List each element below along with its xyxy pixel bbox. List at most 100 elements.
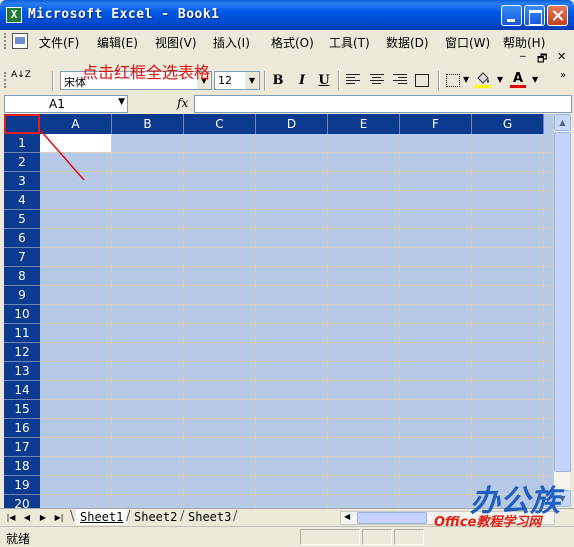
- row-header[interactable]: 4: [4, 191, 40, 210]
- row-header[interactable]: 8: [4, 267, 40, 286]
- font-size-value: 12: [218, 74, 232, 87]
- row-header[interactable]: 19: [4, 476, 40, 495]
- column-header[interactable]: C: [184, 114, 256, 134]
- formula-input[interactable]: [194, 95, 572, 113]
- font-color-letter: A: [513, 71, 524, 86]
- column-header[interactable]: D: [256, 114, 328, 134]
- doc-minimize-button[interactable]: _: [520, 44, 526, 57]
- sort-icon: A↓Z: [11, 70, 31, 80]
- status-text: 就绪: [6, 532, 31, 546]
- column-header[interactable]: B: [112, 114, 184, 134]
- toolbar-separator: [52, 71, 54, 91]
- scroll-left-icon[interactable]: ◀: [344, 512, 350, 521]
- sort-ascending-button[interactable]: A↓Z: [10, 71, 32, 91]
- toolbar-separator: [338, 71, 340, 91]
- column-header[interactable]: G: [472, 114, 544, 134]
- column-header[interactable]: F: [400, 114, 472, 134]
- menu-window[interactable]: 窗口(W): [445, 34, 490, 51]
- row-header[interactable]: 3: [4, 172, 40, 191]
- tab-sheet1[interactable]: Sheet1: [76, 509, 128, 525]
- annotation-text: 点击红框全选表格: [82, 63, 211, 82]
- row-header[interactable]: 7: [4, 248, 40, 267]
- row-header[interactable]: 16: [4, 419, 40, 438]
- fill-color-button[interactable]: [475, 72, 492, 90]
- row-header[interactable]: 18: [4, 457, 40, 476]
- name-box-value: A1: [49, 97, 65, 111]
- menu-view[interactable]: 视图(V): [155, 34, 197, 51]
- toolbar-separator: [438, 71, 440, 91]
- status-panel: [300, 529, 360, 545]
- row-header[interactable]: 14: [4, 381, 40, 400]
- row-header[interactable]: 17: [4, 438, 40, 457]
- next-sheet-icon[interactable]: ▶: [38, 512, 48, 524]
- insert-function-icon[interactable]: fx: [177, 96, 188, 110]
- vertical-scroll-thumb[interactable]: [554, 132, 571, 472]
- menu-data[interactable]: 数据(D): [386, 34, 429, 51]
- menu-grip[interactable]: [4, 33, 7, 49]
- menu-edit[interactable]: 编辑(E): [97, 34, 138, 51]
- status-panel: [362, 529, 392, 545]
- title-bar: X Microsoft Excel - Book1: [0, 0, 574, 30]
- align-right-icon[interactable]: [393, 74, 407, 86]
- doc-close-button[interactable]: ✕: [557, 50, 566, 63]
- fill-color-bar: [475, 85, 491, 88]
- doc-restore-button[interactable]: 🗗: [537, 50, 547, 69]
- align-left-icon[interactable]: [346, 74, 360, 86]
- bold-button[interactable]: B: [268, 71, 288, 91]
- window-title: Microsoft Excel - Book1: [28, 7, 220, 22]
- toolbar-grip[interactable]: [4, 72, 7, 88]
- first-sheet-icon[interactable]: |◀: [6, 512, 16, 524]
- tab-sheet2[interactable]: Sheet2: [130, 509, 181, 525]
- name-box[interactable]: A1 ▼: [4, 95, 128, 113]
- row-header[interactable]: 1: [4, 134, 40, 153]
- chevron-down-icon[interactable]: ▼: [532, 75, 538, 84]
- prev-sheet-icon[interactable]: ◀: [22, 512, 32, 524]
- row-header[interactable]: 11: [4, 324, 40, 343]
- row-header[interactable]: 2: [4, 153, 40, 172]
- watermark-subtitle: Office教程学习网: [434, 515, 542, 530]
- font-size-select[interactable]: 12 ▼: [214, 71, 260, 90]
- cell-range[interactable]: [40, 134, 553, 508]
- row-header[interactable]: 5: [4, 210, 40, 229]
- italic-button[interactable]: I: [292, 71, 312, 91]
- align-center-icon[interactable]: [370, 74, 384, 86]
- chevron-down-icon[interactable]: ▼: [118, 97, 125, 107]
- merge-center-icon[interactable]: [415, 74, 429, 87]
- close-button[interactable]: [547, 5, 568, 26]
- minimize-button[interactable]: [501, 5, 522, 26]
- maximize-button[interactable]: [524, 5, 545, 26]
- menu-format[interactable]: 格式(O): [271, 34, 314, 51]
- formula-bar: A1 ▼ fx: [0, 94, 574, 114]
- document-icon[interactable]: [12, 33, 28, 49]
- menu-insert[interactable]: 插入(I): [213, 34, 250, 51]
- chevron-down-icon[interactable]: ▼: [245, 72, 259, 89]
- last-sheet-icon[interactable]: ▶|: [54, 512, 64, 524]
- tab-sheet3[interactable]: Sheet3: [184, 509, 235, 525]
- font-color-button[interactable]: A: [510, 71, 527, 90]
- underline-button[interactable]: U: [314, 71, 334, 91]
- row-header[interactable]: 9: [4, 286, 40, 305]
- menu-tools[interactable]: 工具(T): [329, 34, 370, 51]
- row-header[interactable]: 15: [4, 400, 40, 419]
- row-header[interactable]: 6: [4, 229, 40, 248]
- row-header[interactable]: 12: [4, 343, 40, 362]
- toolbar-overflow-icon[interactable]: »: [560, 70, 566, 81]
- row-header[interactable]: 10: [4, 305, 40, 324]
- vertical-scrollbar[interactable]: ▲ ▼: [553, 114, 571, 508]
- horizontal-scroll-thumb[interactable]: [357, 512, 427, 524]
- chevron-down-icon[interactable]: ▼: [497, 75, 503, 84]
- chevron-down-icon[interactable]: ▼: [463, 75, 469, 84]
- paint-bucket-icon: [477, 72, 489, 84]
- font-color-bar: [510, 85, 526, 88]
- worksheet-grid: ABCDEFG 1 2 3 4 5 6 7 8 9 10 11 12 13 14 15 16 17 18 19 20: [4, 114, 553, 508]
- select-all-button[interactable]: [4, 114, 40, 134]
- column-header[interactable]: E: [328, 114, 400, 134]
- borders-icon[interactable]: [446, 74, 460, 87]
- scroll-up-icon[interactable]: ▲: [554, 114, 571, 131]
- row-header[interactable]: 13: [4, 362, 40, 381]
- excel-icon[interactable]: X: [6, 7, 22, 23]
- menu-file[interactable]: 文件(F): [39, 34, 79, 51]
- annotation-arrow: [40, 130, 85, 181]
- row-header[interactable]: 20: [4, 495, 40, 508]
- status-panel: [394, 529, 424, 545]
